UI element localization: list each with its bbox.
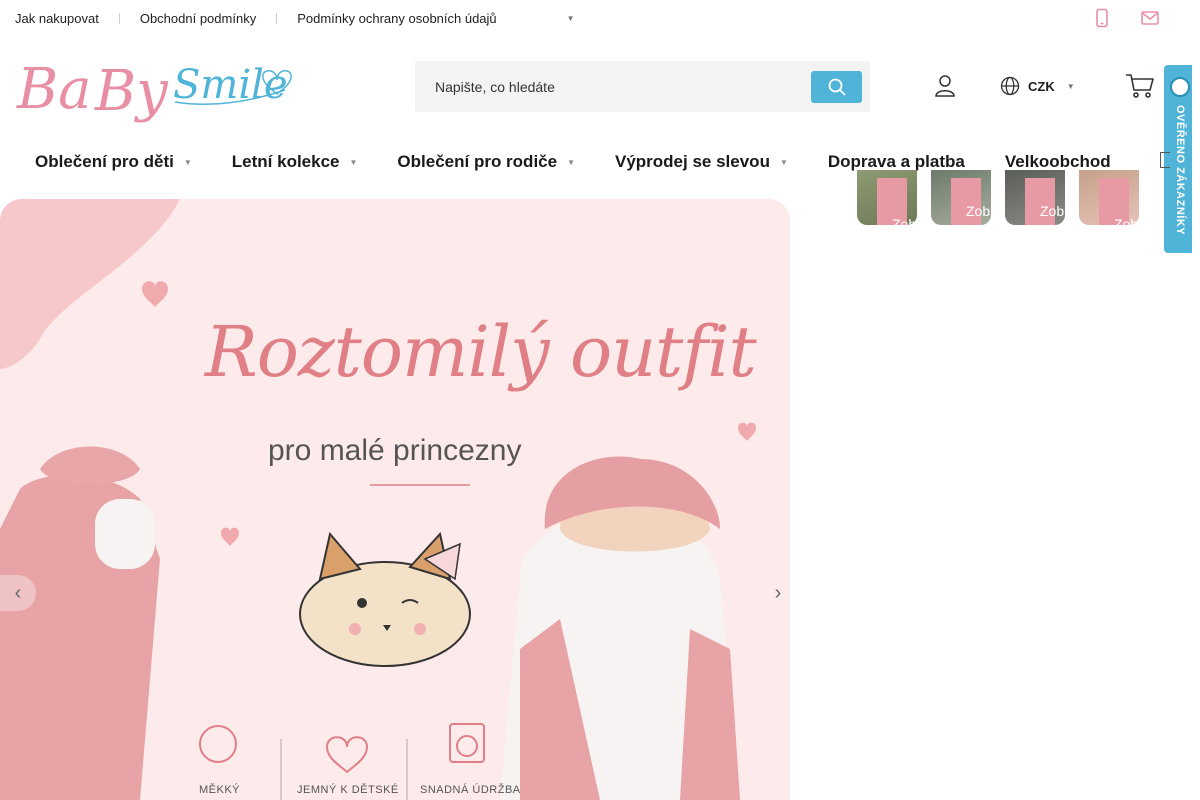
user-account-icon[interactable] [934,74,956,98]
thumbnail-label: Zob [966,203,991,219]
divider [118,13,120,24]
phone-icon[interactable] [1092,8,1112,28]
globe-icon [1000,76,1020,96]
hero-feature: JEMNÝ K DĚTSKÉ [297,784,399,796]
chevron-down-icon: ▼ [567,157,575,167]
site-logo[interactable]: Ba By Smile [15,50,305,124]
nav-label: Doprava a platba [827,152,965,171]
svg-text:By: By [94,59,169,124]
search-icon [828,78,845,96]
nav-item-doprava-a-platba[interactable]: Doprava a platba [828,152,965,172]
nav-item-obleceni-pro-rodice[interactable]: Oblečení pro rodiče ▼ [397,152,575,172]
top-links: Jak nakupovat Obchodní podmínky Podmínky… [15,11,575,26]
hero-illustration [0,199,790,800]
nav-item-velkoobchod[interactable]: Velkoobchod [1005,152,1111,172]
thumbnail-label: Zob [1114,216,1139,225]
hero-subtitle: pro malé princezny [268,434,522,467]
nav-label: Oblečení pro rodiče [397,152,558,171]
nav-label: Výprodej se slevou [615,152,770,171]
hero-feature: MĚKKÝ [199,784,241,796]
currency-label: CZK [1028,78,1055,94]
thumbnail-label: Zob [892,216,917,225]
chevron-right-icon: › [774,581,782,604]
carousel-prev-button[interactable]: ‹ [0,575,36,611]
thumbnail[interactable]: Zob [1005,170,1065,225]
cart-icon[interactable] [1125,72,1155,100]
hero-banner[interactable]: Roztomilý outfit pro malé princezny MĚKK… [0,199,790,800]
nav-label: Oblečení pro děti [35,152,174,171]
chevron-down-icon: ▼ [779,157,788,167]
nav-overflow-icon[interactable] [1160,152,1170,168]
svg-text:Ba: Ba [16,57,92,122]
badge-text: OVĚŘENO ZÁKAZNÍKY [1174,105,1186,236]
more-links-caret-icon[interactable]: ▼ [567,14,575,23]
nav-label: Velkoobchod [1004,152,1111,171]
mail-icon[interactable] [1140,8,1160,28]
thumbnail[interactable]: Zob [931,170,991,225]
thumbnail[interactable]: Zob [857,170,917,225]
search-bar [415,61,870,112]
top-bar: Jak nakupovat Obchodní podmínky Podmínky… [0,0,1200,38]
chevron-down-icon: ▼ [349,157,358,167]
nav-item-vyprodej[interactable]: Výprodej se slevou ▼ [615,152,788,172]
thumbnail[interactable]: Zob [1079,170,1139,225]
hero-title: Roztomilý outfit [205,311,757,393]
divider [276,13,278,24]
link-obchodni-podminky[interactable]: Obchodní podmínky [140,11,256,26]
currency-selector[interactable]: CZK ▼ [1000,76,1075,96]
chevron-down-icon: ▼ [1066,81,1075,91]
nav-item-letni-kolekce[interactable]: Letní kolekce ▼ [232,152,358,172]
link-ochrana-udaju[interactable]: Podmínky ochrany osobních údajů [297,11,496,26]
search-button[interactable] [811,71,862,103]
search-input[interactable] [415,61,805,112]
heureka-seal-icon [1170,77,1190,97]
nav-item-obleceni-pro-deti[interactable]: Oblečení pro děti ▼ [35,152,192,172]
chevron-down-icon: ▼ [183,157,192,167]
thumbnail-label: Zob [1040,203,1065,219]
link-jak-nakupovat[interactable]: Jak nakupovat [15,11,99,26]
chevron-left-icon: ‹ [14,581,22,604]
carousel-next-button[interactable]: › [760,575,790,611]
nav-label: Letní kolekce [231,152,340,171]
svg-text:Smile: Smile [173,62,288,108]
contact-icons [1092,8,1160,28]
hero-feature: SNADNÁ ÚDRŽBA [420,784,521,796]
